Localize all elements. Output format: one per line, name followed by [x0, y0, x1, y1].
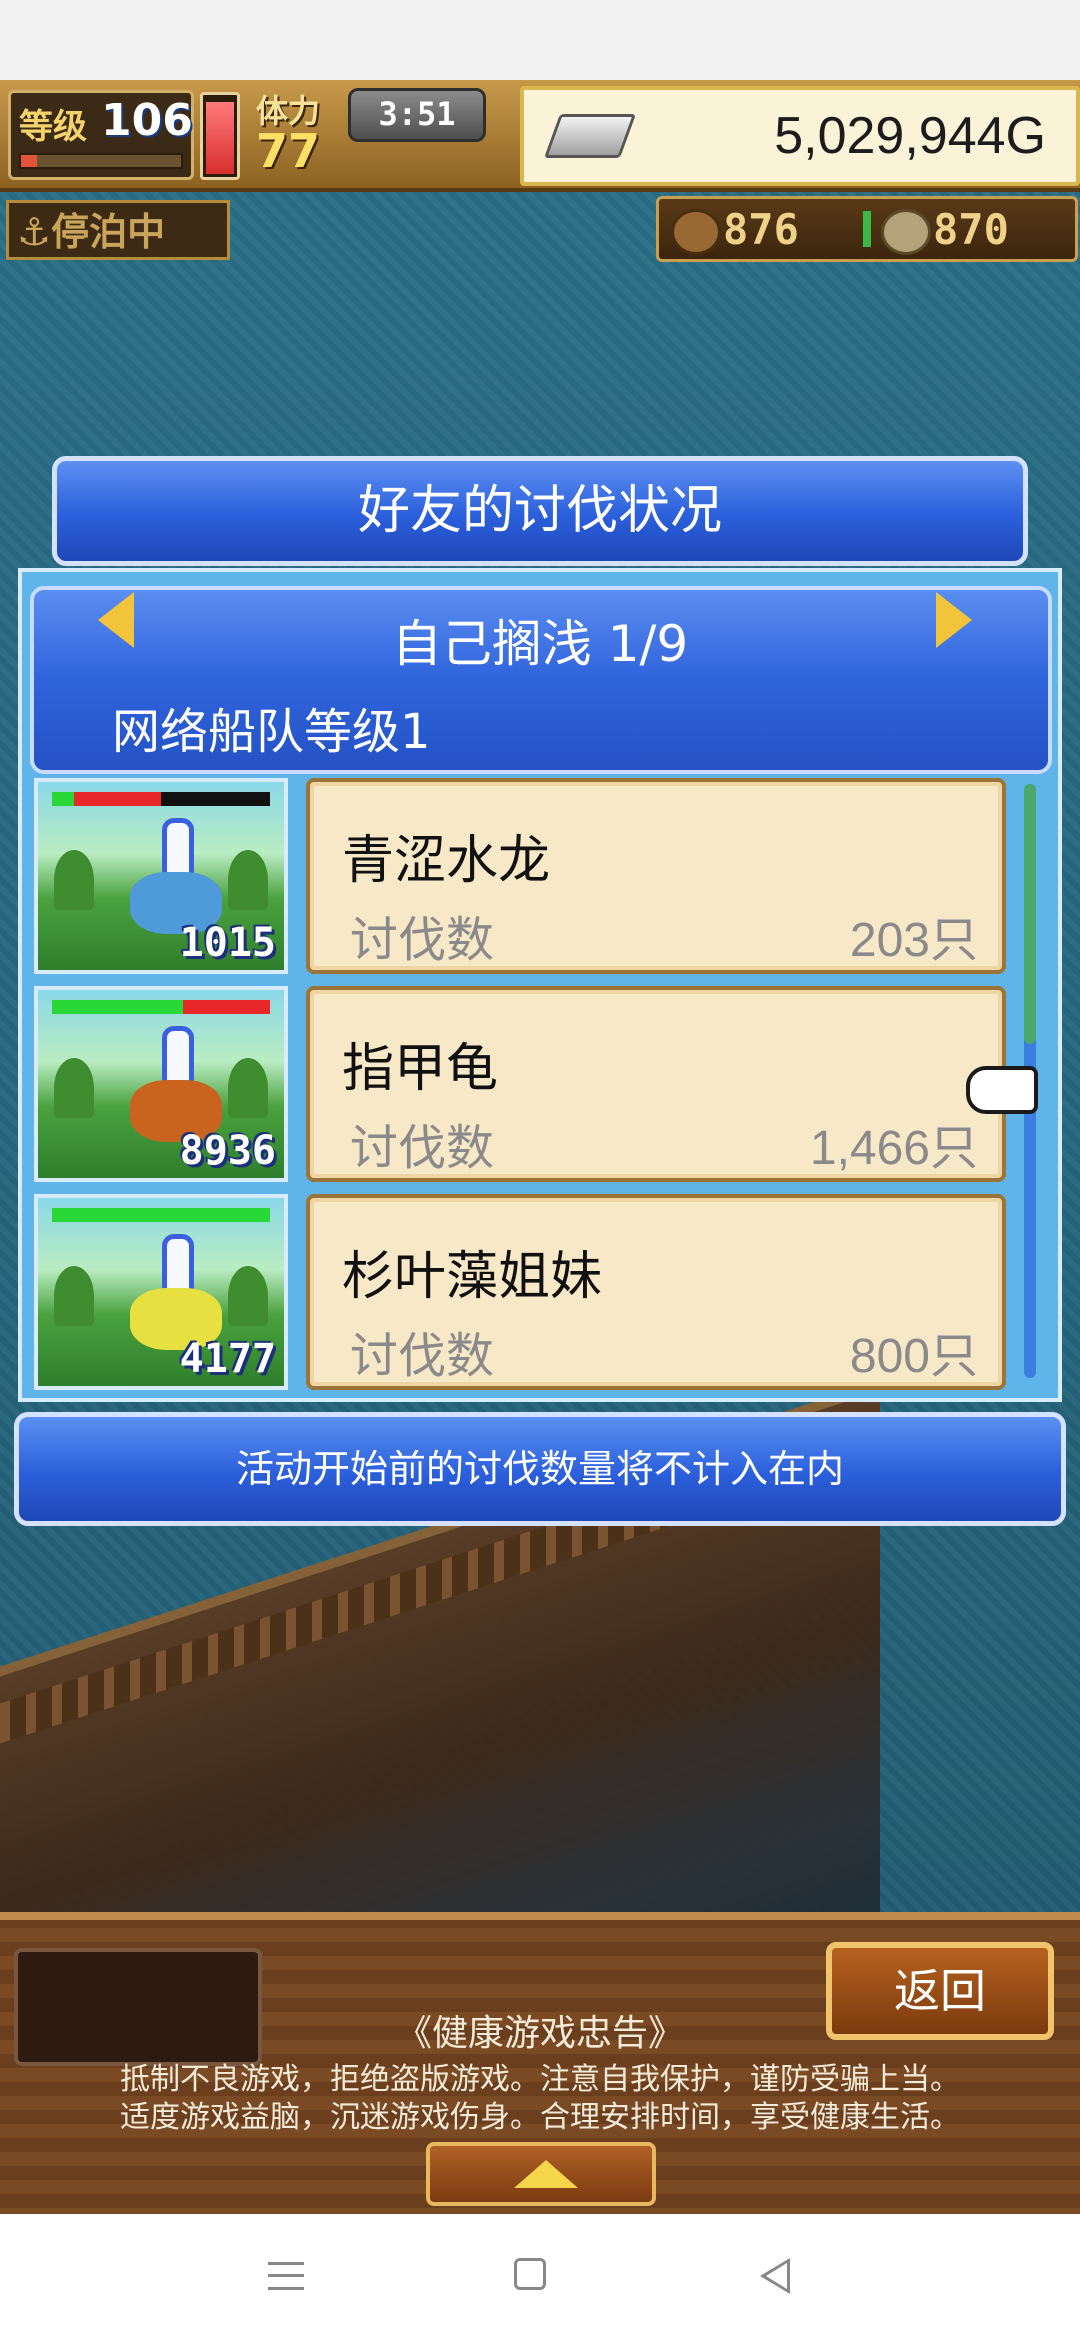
monster-count: 1015 [179, 920, 276, 966]
gold-display[interactable]: 5,029,944G [520, 86, 1080, 186]
monster-thumbnail: 4177 [34, 1194, 288, 1390]
kill-count-label: 讨伐数 [350, 912, 495, 968]
list-item[interactable]: 4177 杉叶藻姐妹 讨伐数 800只 [30, 1192, 1010, 1392]
monster-count: 8936 [179, 1128, 276, 1174]
hp-green-segment [52, 1000, 183, 1014]
gold-value: 5,029,944G [774, 107, 1046, 165]
health-notice-line: 适度游戏益脑，沉迷游戏伤身。合理安排时间，享受健康生活。 [120, 2100, 960, 2135]
level-box: 等级 106 [8, 90, 194, 180]
home-icon[interactable] [514, 2258, 546, 2290]
hp-green-segment [52, 1208, 270, 1222]
clock: 3:51 [348, 88, 486, 142]
bottom-panel: 返回 《健康游戏忠告》 抵制不良游戏，拒绝盗版游戏。注意自我保护，谨防受骗上当。… [0, 1912, 1080, 2222]
chevron-up-icon [514, 2160, 578, 2188]
monster-name: 指甲龟 [342, 1039, 499, 1099]
tree-icon [54, 1266, 94, 1326]
pointing-hand-icon [966, 1066, 1038, 1114]
hp-red-segment [182, 1000, 270, 1014]
notice-banner: 活动开始前的讨伐数量将不计入在内 [14, 1412, 1066, 1526]
kill-count-label: 讨伐数 [350, 1328, 495, 1384]
top-hud: 等级 106 体力 77 3:51 5,029,944G [0, 80, 1080, 192]
menu-icon[interactable] [268, 2262, 304, 2290]
monster-hp-bar [52, 792, 270, 806]
tree-icon [228, 1266, 268, 1326]
wood-value: 876 [723, 205, 799, 254]
exp-bar-fill [21, 155, 37, 167]
fleet-level-label: 网络船队等级1 [112, 704, 431, 760]
page-label: 自己搁浅 1/9 [391, 615, 689, 673]
monster-name: 杉叶藻姐妹 [342, 1247, 603, 1307]
monster-hp-bar [52, 1000, 270, 1014]
monster-card[interactable]: 青涩水龙 讨伐数 203只 [306, 778, 1006, 974]
prev-page-button[interactable] [98, 592, 134, 648]
monster-thumbnail: 1015 [34, 778, 288, 974]
tree-icon [54, 1058, 94, 1118]
kill-count-label: 讨伐数 [350, 1120, 495, 1176]
stamina-value: 77 [256, 124, 321, 178]
medal-value: 870 [933, 205, 1009, 254]
hp-red-segment [73, 792, 161, 806]
monster-card[interactable]: 杉叶藻姐妹 讨伐数 800只 [306, 1194, 1006, 1390]
back-icon[interactable] [760, 2258, 790, 2294]
hp-gauge-fill [206, 102, 234, 174]
monster-thumbnail: 8936 [34, 986, 288, 1182]
wood-icon [671, 209, 721, 255]
hp-gauge [200, 92, 240, 180]
level-label: 等级 [19, 107, 87, 147]
monster-hp-bar [52, 1208, 270, 1222]
monster-name: 青涩水龙 [342, 831, 551, 891]
tree-icon [54, 850, 94, 910]
monster-list[interactable]: 1015 青涩水龙 讨伐数 203只 8936 指甲龟 讨伐数 1,466只 4… [30, 776, 1030, 1392]
medal-icon [881, 209, 931, 255]
scrollbar-thumb[interactable] [1024, 784, 1036, 1044]
list-item[interactable]: 1015 青涩水龙 讨伐数 203只 [30, 776, 1010, 976]
resource-bar: 876 870 [656, 196, 1078, 262]
list-item[interactable]: 8936 指甲龟 讨伐数 1,466只 [30, 984, 1010, 1184]
tree-icon [228, 850, 268, 910]
tree-icon [228, 1058, 268, 1118]
hp-green-segment [52, 792, 74, 806]
level-value: 106 [101, 95, 193, 146]
kill-count-value: 1,466只 [809, 1122, 978, 1175]
kill-count-value: 203只 [849, 914, 978, 967]
dialog-title: 好友的讨伐状况 [52, 456, 1028, 566]
status-bar [0, 0, 1080, 80]
kill-count-value: 800只 [849, 1330, 978, 1383]
docked-status-badge: ⚓停泊中 [6, 200, 230, 260]
exp-bar [19, 153, 183, 169]
monster-count: 4177 [179, 1336, 276, 1382]
system-nav-bar [0, 2214, 1080, 2340]
monster-card[interactable]: 指甲龟 讨伐数 1,466只 [306, 986, 1006, 1182]
resource-divider [863, 211, 871, 247]
expand-menu-button[interactable] [426, 2142, 656, 2206]
silver-bar-icon [543, 114, 637, 158]
next-page-button[interactable] [936, 592, 972, 648]
health-notice-title: 《健康游戏忠告》 [395, 2013, 684, 2054]
